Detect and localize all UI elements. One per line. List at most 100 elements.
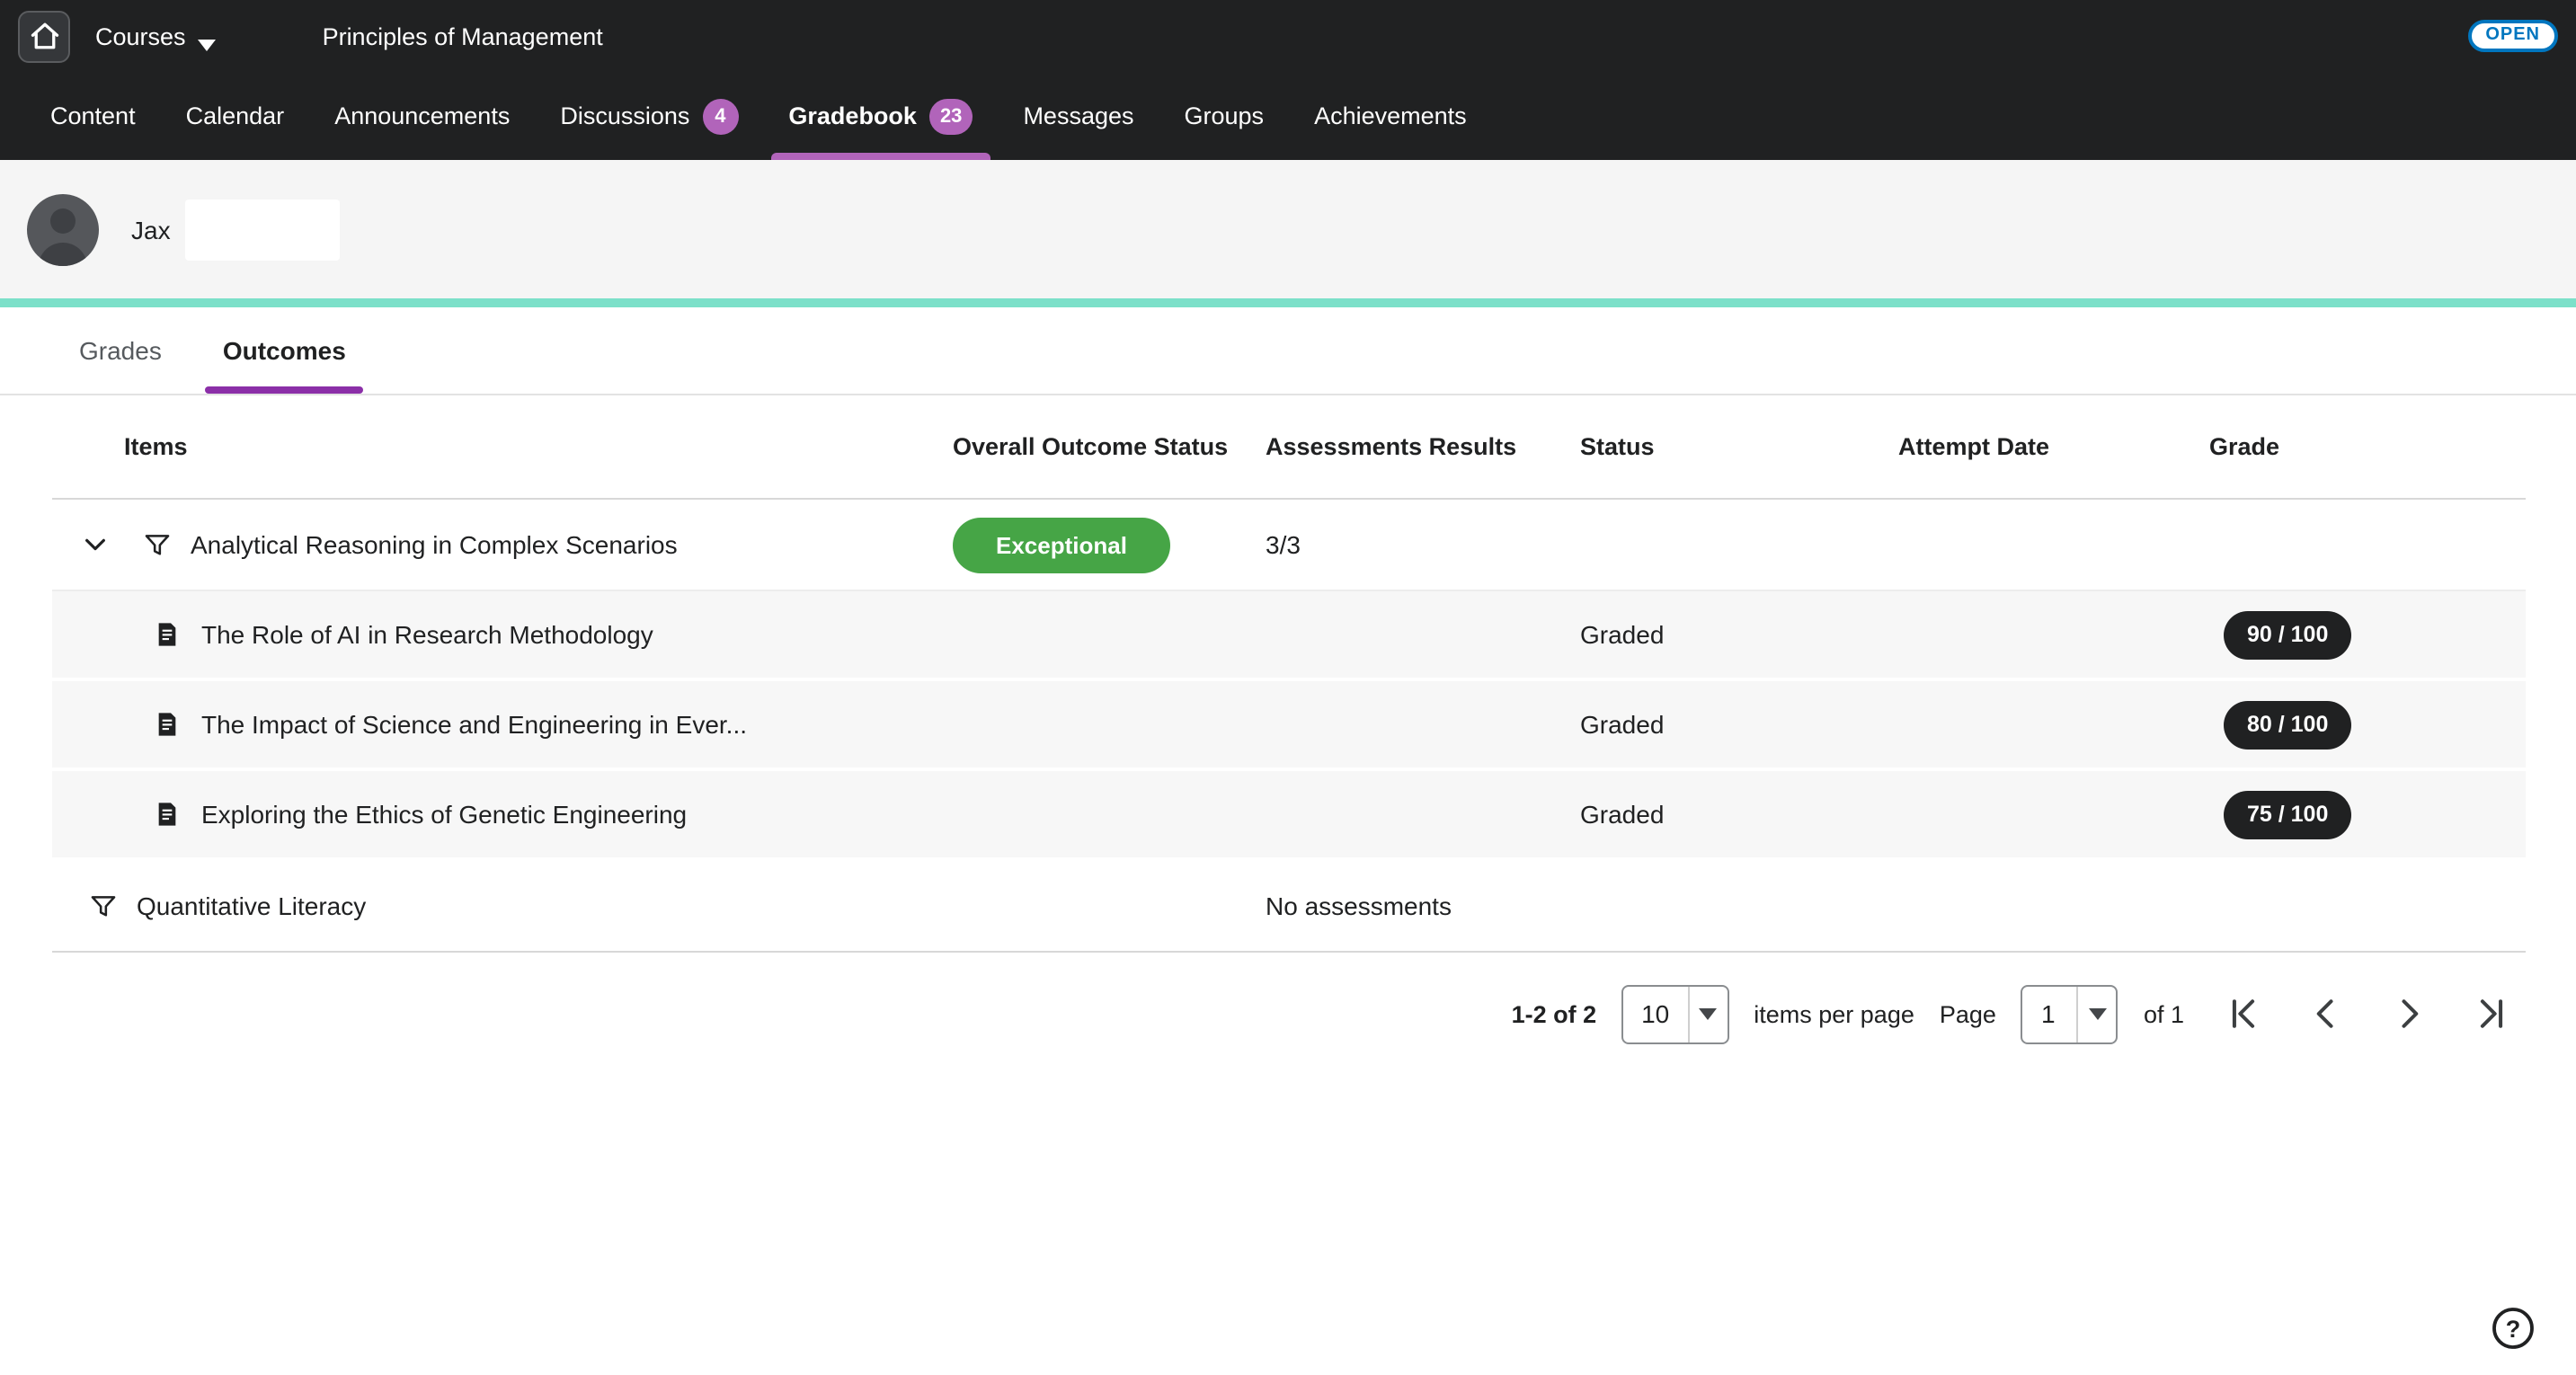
page-label: Page [1940,1000,1996,1027]
nav-item-announcements[interactable]: Announcements [309,72,535,160]
course-nav: Content Calendar Announcements Discussio… [0,72,2576,160]
nav-item-label: Achievements [1314,102,1467,129]
course-title: Principles of Management [323,22,603,49]
nav-item-label: Content [50,102,136,129]
column-header-attempt-date: Attempt Date [1898,433,2209,460]
table-row: The Role of AI in Research Methodology G… [52,591,2526,681]
outcome-icon [142,529,173,560]
courses-dropdown-label: Courses [95,22,186,49]
skip-to-last-icon [2472,994,2511,1033]
svg-text:?: ? [2506,1316,2521,1343]
column-header-grade: Grade [2209,433,2526,460]
tab-outcomes[interactable]: Outcomes [205,307,364,394]
tab-label: Outcomes [223,336,346,365]
table-row: Analytical Reasoning in Complex Scenario… [52,500,2526,591]
gradebook-tabs: Grades Outcomes [0,307,2576,395]
discussions-count-badge: 4 [702,98,738,134]
column-header-overall-outcome-status: Overall Outcome Status [953,433,1266,460]
last-page-button[interactable] [2468,990,2515,1037]
grade-cell: 90 / 100 [2209,610,2526,659]
avatar [27,193,99,265]
grade-badge: 90 / 100 [2224,610,2351,659]
item-title: The Role of AI in Research Methodology [201,620,653,649]
outcome-title-cell: Analytical Reasoning in Complex Scenario… [52,523,953,566]
nav-item-messages[interactable]: Messages [998,72,1159,160]
status-badge: Exceptional [953,517,1170,572]
home-icon [28,20,60,52]
table-row: Exploring the Ethics of Genetic Engineer… [52,771,2526,861]
chevron-down-icon [81,530,110,559]
item-title-cell: The Impact of Science and Engineering in… [52,710,953,739]
grade-cell: 75 / 100 [2209,790,2526,838]
page-number-select[interactable]: 1 [2021,984,2119,1043]
gradebook-count-badge: 23 [929,98,973,134]
overall-status-cell: Exceptional [953,517,1266,572]
student-name: Jax [131,215,171,244]
document-icon [153,620,182,649]
column-header-items: Items [52,433,953,460]
chevron-down-icon [2077,986,2117,1042]
skip-to-first-icon [2224,994,2263,1033]
page-number-value: 1 [2023,999,2077,1028]
item-title-cell: The Role of AI in Research Methodology [52,620,953,649]
nav-item-calendar[interactable]: Calendar [161,72,310,160]
tab-label: Grades [79,336,162,365]
outcome-icon [88,891,119,921]
outcome-title-cell: Quantitative Literacy [52,891,953,921]
first-page-button[interactable] [2220,990,2267,1037]
outcomes-table: Items Overall Outcome Status Assessments… [52,395,2526,1050]
chevron-down-icon [1687,986,1727,1042]
previous-page-button[interactable] [2303,990,2349,1037]
table-row: Quantitative Literacy No assessments [52,861,2526,953]
items-per-page-value: 10 [1623,999,1687,1028]
next-page-button[interactable] [2385,990,2432,1037]
grade-badge: 80 / 100 [2224,700,2351,749]
top-bar: Courses Principles of Management OPEN [0,0,2576,72]
status-cell: Graded [1580,620,1898,649]
assessments-results-cell: No assessments [1266,892,1580,920]
document-icon [153,710,182,739]
status-cell: Graded [1580,710,1898,739]
help-button[interactable]: ? [2486,1301,2540,1355]
nav-item-label: Messages [1023,102,1133,129]
nav-item-achievements[interactable]: Achievements [1289,72,1492,160]
nav-item-groups[interactable]: Groups [1159,72,1290,160]
tab-grades[interactable]: Grades [61,307,180,394]
grade-badge: 75 / 100 [2224,790,2351,838]
results-range-label: 1-2 of 2 [1512,1000,1597,1027]
outcome-title: Quantitative Literacy [137,892,366,920]
help-icon: ? [2488,1303,2538,1353]
redacted-name-block [185,199,340,260]
home-button[interactable] [18,10,70,62]
nav-item-label: Calendar [186,102,285,129]
page-count-label: of 1 [2144,1000,2184,1027]
status-cell: Graded [1580,800,1898,829]
outcome-title: Analytical Reasoning in Complex Scenario… [191,530,678,559]
nav-item-gradebook[interactable]: Gradebook 23 [763,72,998,160]
table-row: The Impact of Science and Engineering in… [52,681,2526,771]
nav-item-discussions[interactable]: Discussions 4 [535,72,763,160]
collapse-outcome-button[interactable] [74,523,117,566]
course-open-badge: OPEN [2467,20,2558,52]
item-title-cell: Exploring the Ethics of Genetic Engineer… [52,800,953,829]
page: Courses Principles of Management OPEN Co… [0,0,2576,1375]
chevron-left-icon [2306,994,2346,1033]
pagination-bar: 1-2 of 2 10 items per page Page 1 of 1 [52,978,2515,1050]
nav-item-content[interactable]: Content [25,72,161,160]
document-icon [153,800,182,829]
student-header: Jax [0,160,2576,298]
chevron-right-icon [2389,994,2429,1033]
column-header-assessments-results: Assessments Results [1266,433,1580,460]
table-header-row: Items Overall Outcome Status Assessments… [52,395,2526,500]
nav-item-label: Gradebook [788,102,917,129]
chevron-down-icon [199,31,215,41]
accent-divider [0,298,2576,307]
nav-item-label: Announcements [334,102,510,129]
items-per-page-select[interactable]: 10 [1621,984,1728,1043]
nav-item-label: Discussions [560,102,689,129]
assessments-results-cell: 3/3 [1266,530,1580,559]
courses-dropdown[interactable]: Courses [95,22,215,49]
column-header-status: Status [1580,433,1898,460]
nav-item-label: Groups [1185,102,1265,129]
items-per-page-label: items per page [1754,1000,1914,1027]
